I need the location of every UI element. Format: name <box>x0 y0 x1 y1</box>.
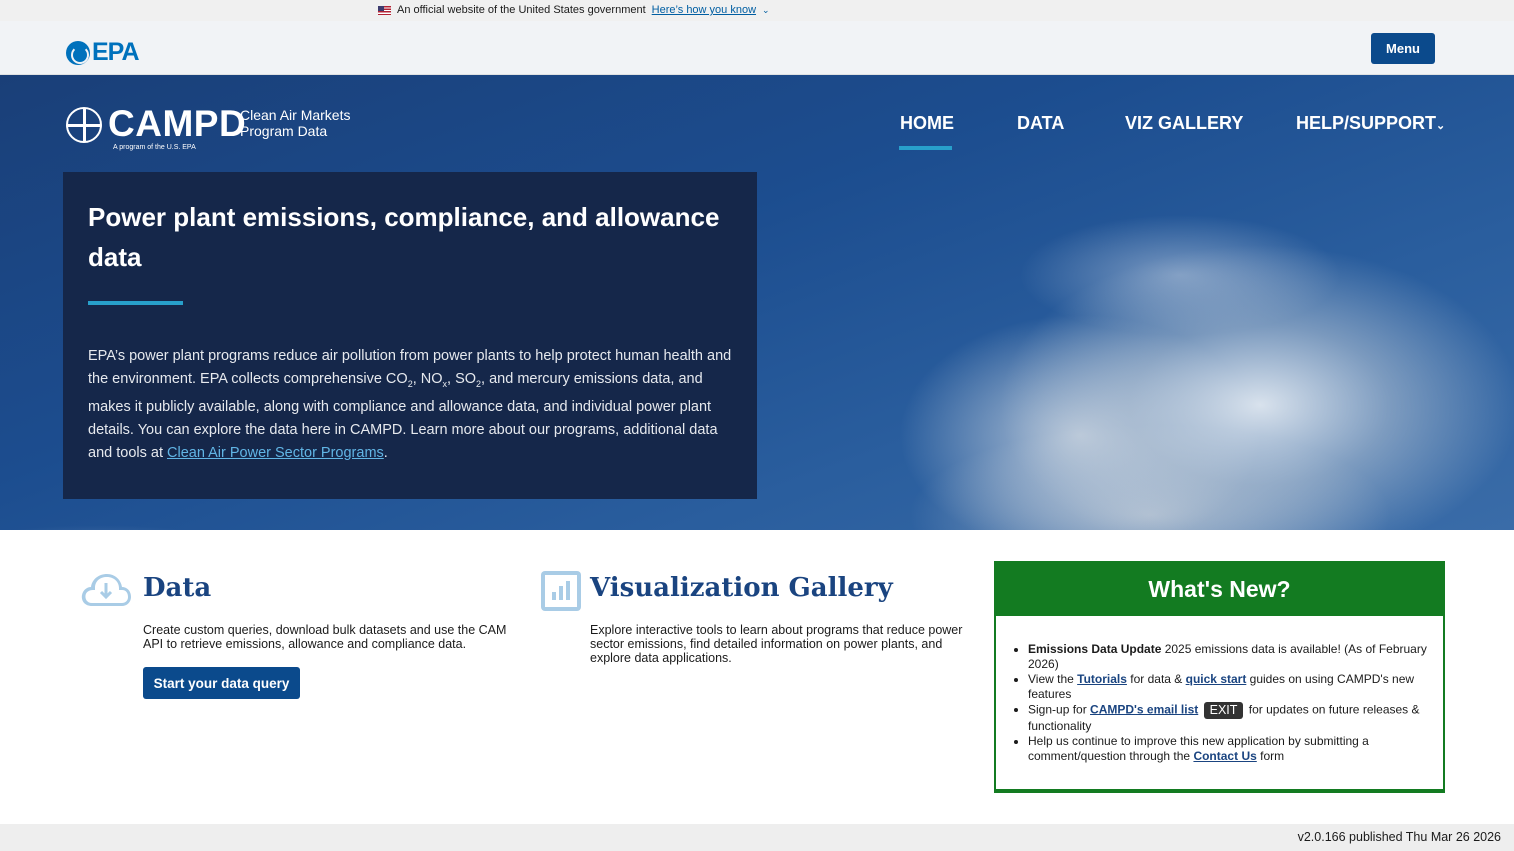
hero-card: Power plant emissions, compliance, and a… <box>63 172 757 499</box>
cloud-download-icon <box>81 574 131 606</box>
footer: v2.0.166 published Thu Mar 26 2026 <box>0 824 1514 851</box>
campd-program-note: A program of the U.S. EPA <box>113 144 196 151</box>
data-card-description: Create custom queries, download bulk dat… <box>143 623 507 651</box>
campd-globe-icon <box>66 107 102 143</box>
list-item-text: View the <box>1028 672 1078 686</box>
us-flag-icon <box>378 5 391 15</box>
hero-text-part: , SO <box>447 371 477 387</box>
list-item-text: Sign-up for <box>1028 702 1091 717</box>
chevron-down-icon: ⌄ <box>1436 120 1446 132</box>
hero-section: CAMPD Clean Air Markets Program Data A p… <box>0 75 1514 530</box>
epa-seal-icon <box>66 40 90 65</box>
nav-data[interactable]: DATA <box>1017 113 1064 134</box>
epa-logo-text: EPA <box>92 38 140 66</box>
list-item: View the Tutorials for data & quick star… <box>1028 672 1428 701</box>
campd-logo-subtitle: Clean Air Markets Program Data <box>240 107 351 139</box>
epa-logo[interactable]: EPA <box>66 38 140 67</box>
nav-home[interactable]: HOME <box>900 113 954 134</box>
list-item-text: for data & <box>1126 672 1186 686</box>
data-card-title[interactable]: Data <box>143 573 211 603</box>
nav-help-support-label: HELP/SUPPORT <box>1296 113 1437 133</box>
tutorials-link[interactable]: Tutorials <box>1077 672 1127 686</box>
gov-banner: An official website of the United States… <box>0 0 1514 21</box>
start-data-query-button[interactable]: Start your data query <box>143 667 300 699</box>
gov-banner-text: An official website of the United States… <box>397 4 646 16</box>
clean-air-programs-link[interactable]: Clean Air Power Sector Programs <box>167 445 384 461</box>
email-list-link[interactable]: CAMPD's email list <box>1090 702 1198 716</box>
quick-start-link[interactable]: quick start <box>1186 672 1247 686</box>
emissions-update-label: Emissions Data Update <box>1028 642 1162 656</box>
whats-new-panel: What's New? Emissions Data Update 2025 e… <box>994 561 1445 793</box>
epa-header: EPA Menu <box>0 21 1514 75</box>
nav-help-support[interactable]: HELP/SUPPORT⌄ <box>1296 113 1445 134</box>
list-item: Help us continue to improve this new app… <box>1028 734 1428 763</box>
hero-text-part: , NO <box>412 371 443 387</box>
campd-logo-word: CAMPD <box>108 103 247 144</box>
list-item: Sign-up for CAMPD's email list EXIT for … <box>1028 702 1428 733</box>
nav-active-indicator <box>899 146 952 150</box>
menu-button[interactable]: Menu <box>1371 33 1435 64</box>
list-item-text: form <box>1256 748 1285 763</box>
nav-viz-gallery[interactable]: VIZ GALLERY <box>1125 113 1243 134</box>
hero-text-part: . <box>383 444 388 461</box>
heres-how-you-know-link[interactable]: Here’s how you know <box>652 4 756 16</box>
hero-title: Power plant emissions, compliance, and a… <box>88 202 720 272</box>
exit-badge: EXIT <box>1203 702 1244 719</box>
chevron-down-icon[interactable]: ⌄ <box>762 5 770 16</box>
viz-gallery-card-description: Explore interactive tools to learn about… <box>590 623 963 665</box>
version-text: v2.0.166 published Thu Mar 26 2026 <box>1297 830 1501 844</box>
hero-divider <box>88 301 183 305</box>
viz-gallery-card-title[interactable]: Visualization Gallery <box>590 573 893 603</box>
contact-us-link[interactable]: Contact Us <box>1193 749 1256 763</box>
hero-description: EPA’s power plant programs reduce air po… <box>88 345 733 465</box>
list-item: Emissions Data Update 2025 emissions dat… <box>1028 642 1428 671</box>
bar-chart-icon <box>541 571 581 611</box>
whats-new-list: Emissions Data Update 2025 emissions dat… <box>1028 642 1428 764</box>
whats-new-title: What's New? <box>996 563 1443 616</box>
